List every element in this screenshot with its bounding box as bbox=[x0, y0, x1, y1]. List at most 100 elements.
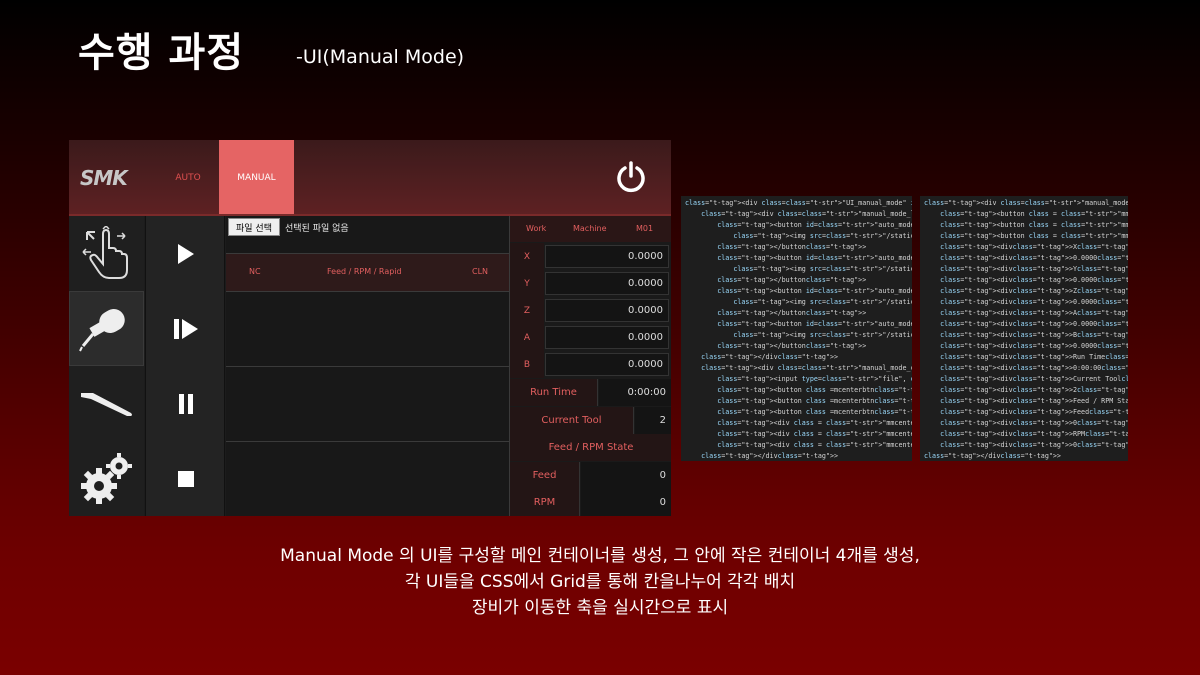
current-tool-label: Current Tool bbox=[510, 407, 634, 434]
current-tool-value: 2 bbox=[635, 407, 671, 434]
m01-button[interactable]: M01 bbox=[636, 224, 653, 233]
machine-button[interactable]: Machine bbox=[573, 224, 607, 233]
right-header: Work Machine M01 bbox=[510, 216, 671, 242]
file-status: 선택된 파일 없음 bbox=[285, 224, 349, 234]
code-line: class="t-tag"></buttonclass="t-tag">> bbox=[717, 243, 867, 251]
spindle-mode-button[interactable] bbox=[69, 291, 144, 366]
stop-icon bbox=[178, 470, 194, 487]
code-line: class="t-tag"><button id=class="t-str">"… bbox=[717, 254, 912, 262]
axis-label: B bbox=[510, 351, 544, 378]
axis-value: 0.0000 bbox=[545, 353, 669, 376]
code-line: class="t-tag"><divclass="t-tag">>0class=… bbox=[940, 419, 1128, 427]
code-line: class="t-tag"><divclass="t-tag">>RPMclas… bbox=[940, 430, 1128, 438]
single-step-button[interactable] bbox=[146, 291, 226, 366]
code-line: class="t-tag"><button class =mcenterbtnc… bbox=[717, 397, 912, 405]
code-line: class="t-tag"><divclass="t-tag">>Bclass=… bbox=[940, 331, 1128, 339]
pause-button[interactable] bbox=[146, 366, 226, 441]
play-icon bbox=[178, 243, 194, 264]
code-line: class="t-tag"><button class =mcenterbtnc… bbox=[717, 408, 912, 416]
run-time-row: Run Time 0:00:00 bbox=[510, 379, 671, 406]
axis-value: 0.0000 bbox=[545, 272, 669, 295]
code-line: class="t-tag"><divclass="t-tag">>Run Tim… bbox=[940, 353, 1128, 361]
feed-row: Feed 0 bbox=[510, 462, 671, 489]
code-line: class="t-tag"><button class = class="t-s… bbox=[940, 232, 1128, 240]
code-line: class="t-tag"><button id=class="t-str">"… bbox=[717, 320, 912, 328]
code-line: class="t-tag"><input type=class="t-str">… bbox=[717, 375, 912, 383]
code-line: class="t-tag"><divclass="t-tag">>Zclass=… bbox=[940, 287, 1128, 295]
rpm-row: RPM 0 bbox=[510, 489, 671, 516]
caption-line: 각 UI들을 CSS에서 Grid를 통해 칸을나누어 각각 배치 bbox=[404, 572, 796, 592]
code-line: class="t-tag"><divclass="t-tag">>Feed / … bbox=[940, 397, 1128, 405]
code-line: class="t-tag"><divclass="t-tag">>Feedcla… bbox=[940, 408, 1128, 416]
code-line: class="t-tag"><divclass="t-tag">>0class=… bbox=[940, 441, 1128, 449]
code-line: class="t-tag"><div class=class="t-str">"… bbox=[701, 210, 912, 218]
logo: SMK bbox=[80, 166, 128, 190]
cln-button[interactable]: CLN bbox=[472, 267, 488, 276]
code-line: class="t-tag"><button id=class="t-str">"… bbox=[717, 221, 912, 229]
axis-row-a: A 0.0000 bbox=[510, 324, 671, 351]
nc-button[interactable]: NC bbox=[249, 267, 261, 276]
code-line: class="t-tag"><divclass="t-tag">>Xclass=… bbox=[940, 243, 1128, 251]
axis-row-b: B 0.0000 bbox=[510, 351, 671, 378]
code-line: class="t-tag"><button class =mcenterbtnc… bbox=[717, 386, 912, 394]
code-line: class="t-tag"><img src=class="t-str">"/s… bbox=[733, 232, 912, 240]
code-line: class="t-tag"></divclass="t-tag">> bbox=[701, 353, 839, 361]
code-line: class="t-tag"><div class = class="t-str"… bbox=[717, 430, 912, 438]
settings-mode-button[interactable] bbox=[69, 441, 144, 516]
feed-value: 0 bbox=[581, 462, 671, 489]
gears-icon bbox=[80, 452, 132, 504]
feed-rpm-rapid-button[interactable]: Feed / RPM / Rapid bbox=[327, 267, 402, 276]
right-area: Work Machine M01 X 0.0000 Y 0.0000 Z 0.0… bbox=[509, 216, 671, 516]
axis-value: 0.0000 bbox=[545, 326, 669, 349]
axis-label: X bbox=[510, 243, 544, 270]
mode-icon-column bbox=[69, 216, 144, 516]
code-line: class="t-tag"><divclass="t-tag">>Yclass=… bbox=[940, 265, 1128, 273]
tab-manual[interactable]: MANUAL bbox=[219, 140, 294, 215]
code-line: class="t-tag"><divclass="t-tag">>Current… bbox=[940, 375, 1128, 383]
axis-label: Z bbox=[510, 297, 544, 324]
code-line: class="t-tag"><img src=class="t-str">"/s… bbox=[733, 265, 912, 273]
code-line: class="t-tag"><divclass="t-tag">>0:00:00… bbox=[940, 364, 1128, 372]
start-button[interactable] bbox=[146, 216, 226, 291]
slide-subtitle: -UI(Manual Mode) bbox=[296, 46, 465, 68]
tool-mode-button[interactable] bbox=[69, 366, 144, 441]
mmcenter-box bbox=[226, 367, 509, 442]
manual-mode-app: SMK AUTO MANUAL 파일 선택 선택된 파일 없음 NC Feed … bbox=[69, 140, 671, 516]
code-line: class="t-tag"><button class = class="t-s… bbox=[940, 221, 1128, 229]
code-line: class="t-tag"><divclass="t-tag">>Aclass=… bbox=[940, 309, 1128, 317]
code-line: class="t-tag"><button id=class="t-str">"… bbox=[717, 287, 912, 295]
code-line: class="t-tag"><divclass="t-tag">>0.0000c… bbox=[940, 254, 1128, 262]
code-line: class="t-tag"></buttonclass="t-tag">> bbox=[717, 276, 867, 284]
file-select-button[interactable]: 파일 선택 bbox=[228, 218, 280, 236]
single-step-icon bbox=[174, 318, 198, 339]
code-panel-left: class="t-tag"><div class=class="t-str">"… bbox=[681, 196, 912, 461]
code-line: class="t-tag"><button class = class="t-s… bbox=[940, 210, 1128, 218]
rpm-label: RPM bbox=[510, 489, 580, 516]
tool-icon bbox=[80, 392, 132, 416]
code-line: class="t-tag"><div class=class="t-str">"… bbox=[701, 364, 912, 372]
center-column-header: NC Feed / RPM / Rapid CLN bbox=[226, 254, 509, 292]
code-line: class="t-tag"><div class = class="t-str"… bbox=[717, 419, 912, 427]
code-line: class="t-tag"></divclass="t-tag">> bbox=[701, 452, 839, 460]
spindle-icon bbox=[78, 308, 125, 351]
code-line: class="t-tag"><divclass="t-tag">>0.0000c… bbox=[940, 320, 1128, 328]
pause-icon bbox=[179, 393, 193, 414]
axis-row-x: X 0.0000 bbox=[510, 243, 671, 270]
mmcenter-box bbox=[226, 292, 509, 367]
code-line: class="t-tag"><div class=class="t-str">"… bbox=[924, 199, 1128, 207]
code-line: class="t-tag"><divclass="t-tag">>0.0000c… bbox=[940, 276, 1128, 284]
axis-label: A bbox=[510, 324, 544, 351]
stop-button[interactable] bbox=[146, 441, 226, 516]
axis-row-y: Y 0.0000 bbox=[510, 270, 671, 297]
slide-title: 수행 과정 bbox=[78, 30, 245, 76]
work-button[interactable]: Work bbox=[526, 224, 546, 233]
code-line: class="t-tag"><img src=class="t-str">"/s… bbox=[733, 298, 912, 306]
touch-mode-button[interactable] bbox=[69, 216, 144, 291]
code-line: class="t-tag"><divclass="t-tag">>2class=… bbox=[940, 386, 1128, 394]
control-button-column bbox=[145, 216, 225, 516]
tab-auto[interactable]: AUTO bbox=[159, 140, 217, 215]
run-time-value: 0:00:00 bbox=[599, 379, 671, 406]
power-icon[interactable] bbox=[614, 160, 648, 194]
center-area: 파일 선택 선택된 파일 없음 NC Feed / RPM / Rapid CL… bbox=[226, 216, 509, 516]
axis-label: Y bbox=[510, 270, 544, 297]
